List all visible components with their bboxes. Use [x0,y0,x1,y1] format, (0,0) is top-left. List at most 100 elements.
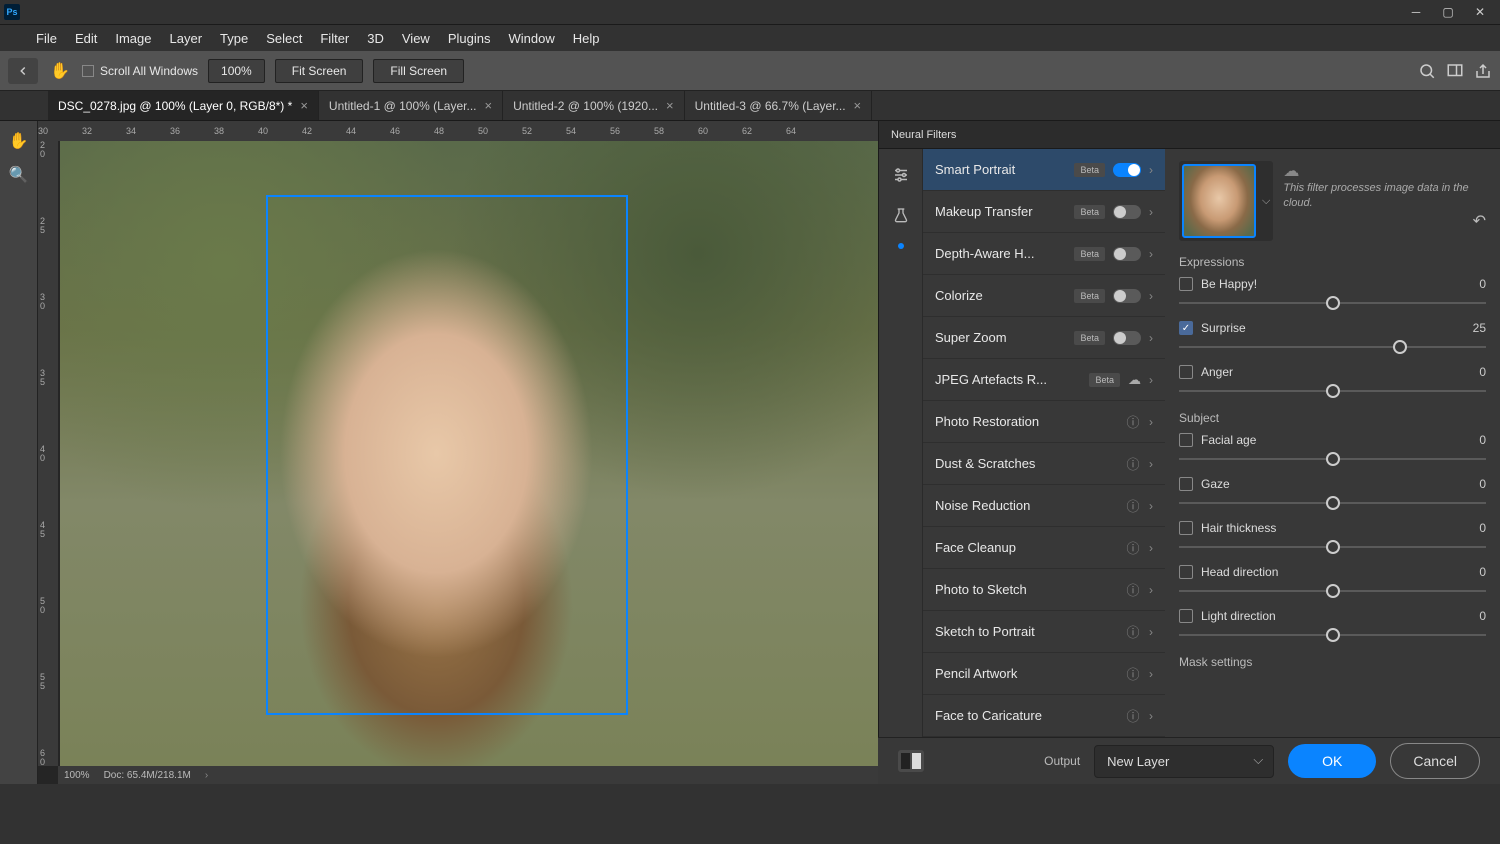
close-tab-icon[interactable]: × [854,98,862,113]
slider-track[interactable] [1179,449,1486,469]
menu-edit[interactable]: Edit [67,28,105,49]
slider-thumb[interactable] [1326,296,1340,310]
cloud-download-icon[interactable]: ☁ [1128,372,1141,388]
output-select[interactable]: New Layer [1094,745,1274,778]
zoom-tool[interactable]: 🔍 [5,161,33,189]
hand-tool-icon[interactable]: ✋ [48,59,72,83]
slider-checkbox[interactable] [1179,433,1193,447]
filter-row[interactable]: ColorizeBeta› [923,275,1165,317]
ok-button[interactable]: OK [1288,744,1376,778]
filter-row[interactable]: Noise Reductionⓘ› [923,485,1165,527]
document-tab[interactable]: Untitled-1 @ 100% (Layer...× [319,91,503,120]
slider-checkbox[interactable] [1179,609,1193,623]
document-tab[interactable]: Untitled-2 @ 100% (1920...× [503,91,685,120]
cancel-button[interactable]: Cancel [1390,743,1480,779]
scroll-all-checkbox[interactable]: Scroll All Windows [82,64,198,78]
reset-icon[interactable]: ↶ [1473,211,1486,231]
slider-thumb[interactable] [1326,540,1340,554]
slider-checkbox[interactable] [1179,565,1193,579]
status-chevron-icon[interactable]: › [205,770,208,781]
menu-view[interactable]: View [394,28,438,49]
slider-checkbox[interactable] [1179,477,1193,491]
sliders-icon[interactable] [889,163,913,187]
back-button[interactable] [8,58,38,84]
info-icon[interactable]: ⓘ [1125,454,1141,473]
menu-layer[interactable]: Layer [162,28,211,49]
filter-row[interactable]: Depth-Aware H...Beta› [923,233,1165,275]
slider-track[interactable] [1179,493,1486,513]
beta-badge: Beta [1074,331,1105,345]
filter-row[interactable]: Smart PortraitBeta› [923,149,1165,191]
maximize-button[interactable]: ▢ [1432,0,1464,24]
menu-plugins[interactable]: Plugins [440,28,499,49]
filter-toggle[interactable] [1113,205,1141,219]
slider-checkbox[interactable] [1179,521,1193,535]
slider-track[interactable] [1179,625,1486,645]
close-tab-icon[interactable]: × [485,98,493,113]
filter-row[interactable]: Makeup TransferBeta› [923,191,1165,233]
filter-row[interactable]: Sketch to Portraitⓘ› [923,611,1165,653]
info-icon[interactable]: ⓘ [1125,538,1141,557]
info-icon[interactable]: ⓘ [1125,496,1141,515]
filter-name: Super Zoom [935,330,1066,345]
filter-row[interactable]: Pencil Artworkⓘ› [923,653,1165,695]
fit-screen-button[interactable]: Fit Screen [275,59,364,83]
filter-row[interactable]: Face Cleanupⓘ› [923,527,1165,569]
hand-tool[interactable]: ✋ [5,127,33,155]
document-tab[interactable]: Untitled-3 @ 66.7% (Layer...× [685,91,873,120]
slider-thumb[interactable] [1326,584,1340,598]
menu-select[interactable]: Select [258,28,310,49]
fill-screen-button[interactable]: Fill Screen [373,59,464,83]
status-bar: 100% Doc: 65.4M/218.1M › [58,766,878,784]
menu-help[interactable]: Help [565,28,608,49]
workspace-icon[interactable] [1446,62,1464,80]
close-tab-icon[interactable]: × [300,98,308,113]
minimize-button[interactable]: ─ [1400,0,1432,24]
menu-filter[interactable]: Filter [312,28,357,49]
menu-3d[interactable]: 3D [359,28,392,49]
menu-type[interactable]: Type [212,28,256,49]
menu-image[interactable]: Image [107,28,159,49]
filter-row[interactable]: Super ZoomBeta› [923,317,1165,359]
info-icon[interactable]: ⓘ [1125,664,1141,683]
slider-checkbox[interactable] [1179,365,1193,379]
canvas[interactable] [60,141,878,766]
info-icon[interactable]: ⓘ [1125,580,1141,599]
filter-toggle[interactable] [1113,289,1141,303]
slider-track[interactable] [1179,337,1486,357]
slider-track[interactable] [1179,293,1486,313]
filter-row[interactable]: Face to Caricatureⓘ› [923,695,1165,737]
document-tab[interactable]: DSC_0278.jpg @ 100% (Layer 0, RGB/8*) *× [48,91,319,120]
face-selector[interactable]: ⌵ [1179,161,1273,241]
filter-row[interactable]: Photo to Sketchⓘ› [923,569,1165,611]
menu-file[interactable]: File [28,28,65,49]
info-icon[interactable]: ⓘ [1125,412,1141,431]
filter-toggle[interactable] [1113,247,1141,261]
slider-thumb[interactable] [1326,496,1340,510]
info-icon[interactable]: ⓘ [1125,706,1141,725]
slider-thumb[interactable] [1326,628,1340,642]
status-doc: Doc: 65.4M/218.1M [104,770,191,781]
search-icon[interactable] [1418,62,1436,80]
filter-toggle[interactable] [1113,163,1141,177]
close-tab-icon[interactable]: × [666,98,674,113]
slider-track[interactable] [1179,381,1486,401]
filter-row[interactable]: Photo Restorationⓘ› [923,401,1165,443]
zoom-level[interactable]: 100% [208,59,265,83]
preview-toggle[interactable] [898,750,924,772]
slider-track[interactable] [1179,581,1486,601]
share-icon[interactable] [1474,62,1492,80]
slider-thumb[interactable] [1326,452,1340,466]
slider-checkbox[interactable]: ✓ [1179,321,1193,335]
close-window-button[interactable]: ✕ [1464,0,1496,24]
slider-track[interactable] [1179,537,1486,557]
slider-checkbox[interactable] [1179,277,1193,291]
beaker-icon[interactable] [889,203,913,227]
slider-thumb[interactable] [1326,384,1340,398]
info-icon[interactable]: ⓘ [1125,622,1141,641]
slider-thumb[interactable] [1393,340,1407,354]
filter-toggle[interactable] [1113,331,1141,345]
filter-row[interactable]: JPEG Artefacts R...Beta☁› [923,359,1165,401]
filter-row[interactable]: Dust & Scratchesⓘ› [923,443,1165,485]
menu-window[interactable]: Window [500,28,562,49]
